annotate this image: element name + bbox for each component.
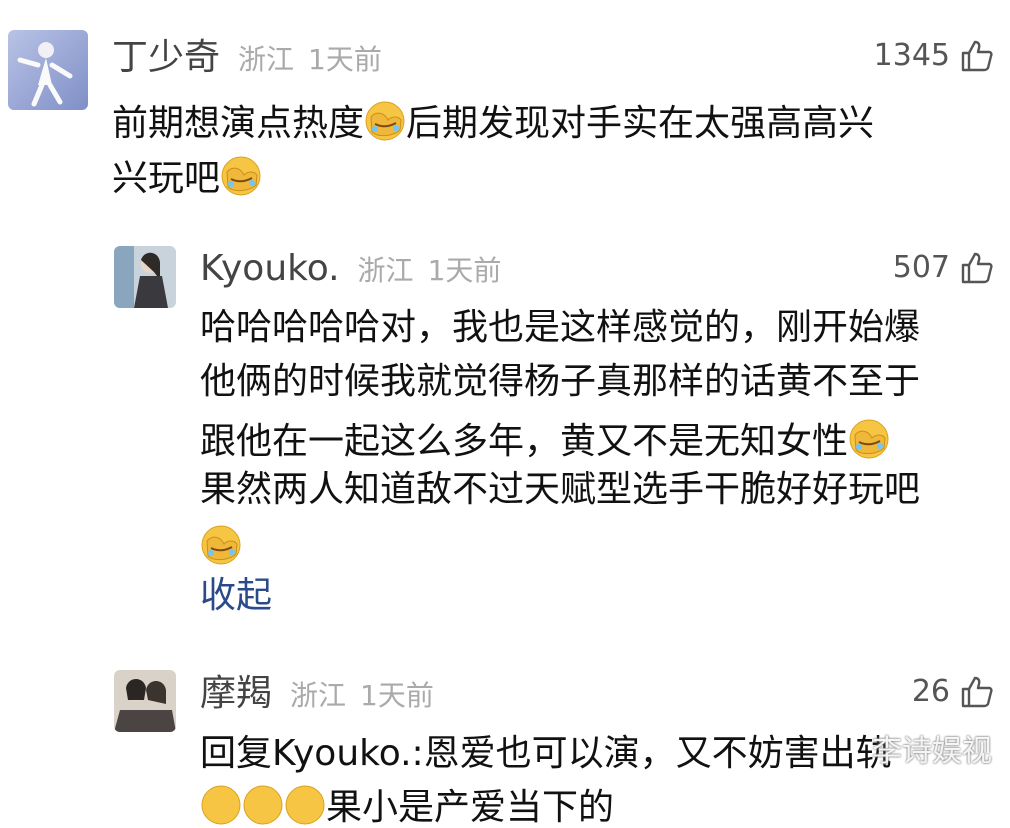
facepalm-laugh-emoji: [243, 785, 283, 825]
thumbs-up-icon[interactable]: [960, 251, 994, 285]
timestamp: 1天前: [360, 679, 434, 712]
location: 浙江: [290, 679, 347, 712]
facepalm-laugh-emoji: [201, 525, 241, 565]
facepalm-laugh-emoji: [365, 101, 405, 141]
timestamp: 1天前: [427, 254, 502, 287]
comment-text-line: 兴玩吧: [112, 155, 262, 197]
comment-text-line: 果小是产爱当下的: [200, 784, 614, 826]
username[interactable]: Kyouko.: [200, 248, 340, 289]
username[interactable]: 丁少奇: [112, 37, 220, 78]
watermark: 李诗娱视: [872, 734, 992, 769]
avatar[interactable]: [114, 246, 176, 308]
avatar[interactable]: [114, 670, 176, 732]
like-count: 1345: [873, 38, 950, 73]
username[interactable]: 摩羯: [200, 673, 272, 714]
location: 浙江: [238, 43, 295, 76]
comment-text-line: [200, 524, 242, 566]
facepalm-laugh-emoji: [849, 419, 889, 459]
thumbs-up-icon[interactable]: [960, 675, 994, 709]
facepalm-laugh-emoji: [221, 156, 261, 196]
comment-text-line: 果然两人知道敌不过天赋型选手干脆好好玩吧: [200, 469, 921, 510]
facepalm-laugh-emoji: [201, 785, 241, 825]
like-button[interactable]: 1345: [874, 38, 994, 73]
comment-text-line: 他俩的时候我就觉得杨子真那样的话黄不至于: [200, 361, 921, 402]
thumbs-up-icon[interactable]: [960, 39, 994, 73]
location: 浙江: [357, 254, 414, 287]
collapse-link[interactable]: 收起: [200, 578, 272, 614]
comment-text-line: 跟他在一起这么多年，黄又不是无知女性: [200, 418, 890, 460]
like-count: 507: [892, 250, 950, 285]
comment-text-line: 哈哈哈哈哈对，我也是这样感觉的，刚开始爆: [200, 307, 921, 348]
comment-text-line: 回复Kyouko.:恩爱也可以演，又不妨害出轨: [200, 733, 892, 774]
like-count: 26: [911, 674, 950, 709]
timestamp: 1天前: [308, 43, 382, 76]
comment-text-line: 前期想演点热度 后期发现对手实在太强高高兴: [112, 100, 874, 142]
avatar[interactable]: [8, 30, 88, 110]
like-button[interactable]: 507: [893, 250, 994, 285]
like-button[interactable]: 26: [912, 674, 994, 709]
facepalm-laugh-emoji: [285, 785, 325, 825]
